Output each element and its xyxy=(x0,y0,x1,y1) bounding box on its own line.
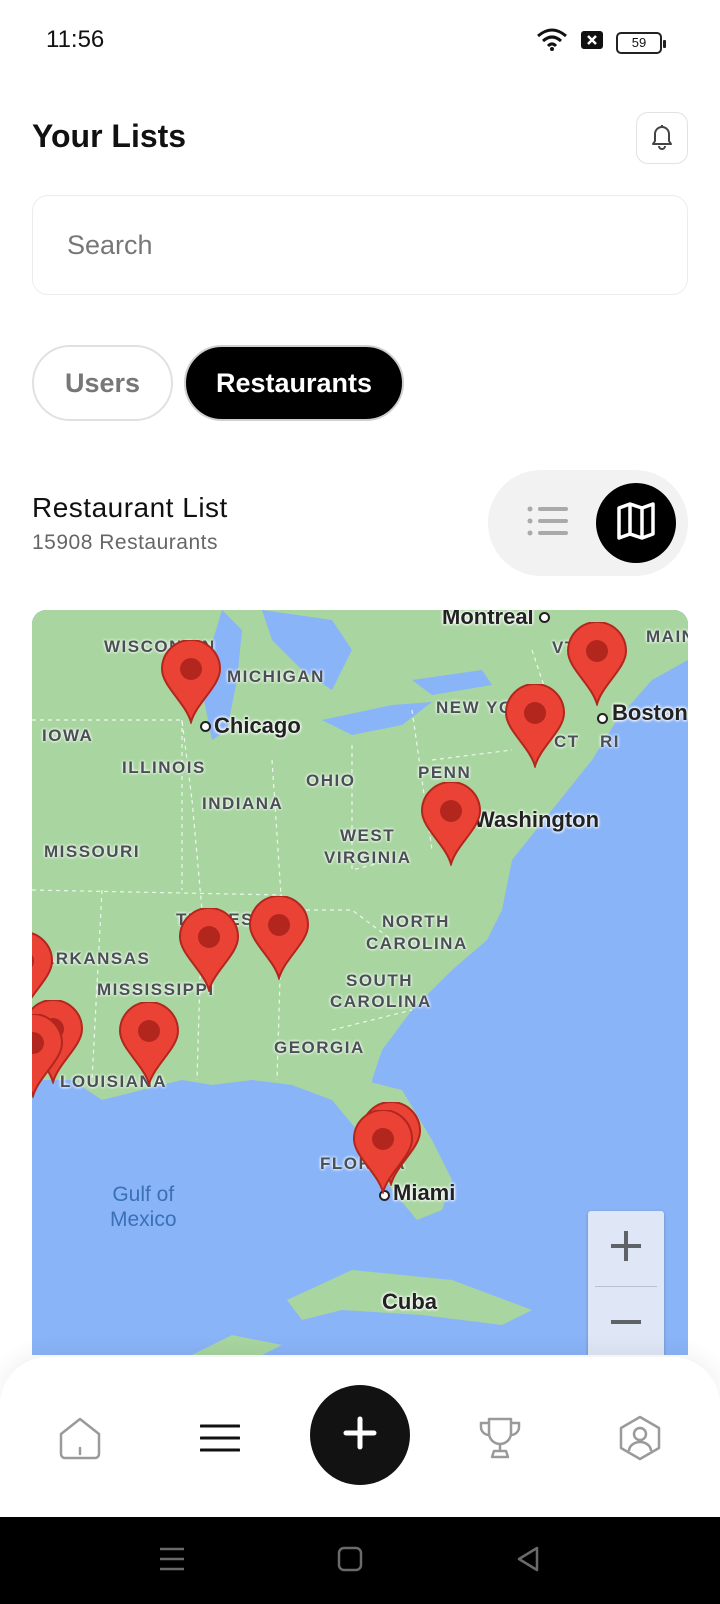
back-icon xyxy=(515,1546,541,1577)
bell-icon xyxy=(649,122,675,155)
state-label: IOWA xyxy=(42,726,94,745)
status-icons: 59 xyxy=(536,28,666,57)
list-view-button[interactable] xyxy=(508,483,588,563)
add-icon xyxy=(343,1416,377,1455)
restaurant-pin[interactable] xyxy=(566,621,628,708)
trophy-icon xyxy=(477,1415,523,1466)
city-label: Chicago xyxy=(214,713,301,738)
restaurant-pin[interactable] xyxy=(118,1001,180,1088)
restaurant-pin[interactable] xyxy=(352,1109,414,1196)
menu-icon xyxy=(199,1424,241,1457)
tab-restaurants[interactable]: Restaurants xyxy=(184,345,404,421)
add-button[interactable] xyxy=(310,1385,410,1485)
state-label: RI xyxy=(600,732,620,751)
city-dot xyxy=(539,612,550,623)
state-label: WEST xyxy=(340,826,396,845)
system-nav-bar xyxy=(0,1517,720,1604)
state-label: PENN xyxy=(418,763,472,782)
state-label: SOUTH xyxy=(346,971,413,990)
battery-icon: 59 xyxy=(616,31,666,54)
nav-lists[interactable] xyxy=(190,1410,250,1470)
recents-button[interactable] xyxy=(152,1541,192,1581)
status-bar: 11:56 59 xyxy=(0,0,720,84)
map-view-button[interactable] xyxy=(596,483,676,563)
state-label: CAROLINA xyxy=(330,992,432,1011)
map-icon xyxy=(616,501,656,545)
state-label: MICHIGAN xyxy=(227,667,325,686)
sim-blocked-icon xyxy=(580,30,604,55)
state-label: VIRGINIA xyxy=(324,848,412,867)
water-label: Gulf of Mexico xyxy=(110,1182,177,1232)
city-label: Washington xyxy=(474,807,600,832)
page-title: Your Lists xyxy=(32,118,187,154)
state-label: MAINE xyxy=(646,627,688,646)
water-label-line1: Gulf of xyxy=(112,1183,175,1206)
list-title: Restaurant List xyxy=(32,492,228,523)
bottom-nav xyxy=(0,1357,720,1517)
state-label: MISSOURI xyxy=(44,842,141,861)
home-button[interactable] xyxy=(330,1541,370,1581)
restaurant-pin[interactable] xyxy=(32,1013,64,1100)
search-input[interactable] xyxy=(67,229,687,261)
zoom-controls xyxy=(588,1211,664,1355)
status-time: 11:56 xyxy=(46,26,105,53)
water-label-line2: Mexico xyxy=(110,1208,177,1231)
restaurant-pin[interactable] xyxy=(160,639,222,726)
restaurant-pin[interactable] xyxy=(248,895,310,982)
city-label: Cuba xyxy=(382,1289,437,1314)
recents-icon xyxy=(159,1547,185,1576)
plus-icon xyxy=(608,1228,644,1269)
zoom-in-button[interactable] xyxy=(588,1211,664,1286)
wifi-icon xyxy=(536,28,568,57)
nav-profile[interactable] xyxy=(610,1410,670,1470)
tab-users[interactable]: Users xyxy=(32,345,173,421)
state-label: INDIANA xyxy=(202,794,284,813)
restaurant-pin[interactable] xyxy=(504,683,566,770)
profile-icon xyxy=(618,1415,662,1466)
minus-icon xyxy=(608,1304,644,1345)
state-label: GEORGIA xyxy=(274,1038,365,1057)
list-count: 15908 Restaurants xyxy=(32,531,218,554)
nav-leaderboard[interactable] xyxy=(470,1410,530,1470)
restaurant-pin[interactable] xyxy=(178,907,240,994)
view-toggle xyxy=(488,470,688,576)
city-dot xyxy=(597,713,608,724)
back-button[interactable] xyxy=(508,1541,548,1581)
state-label: OHIO xyxy=(306,771,356,790)
list-icon xyxy=(526,505,570,542)
nav-home[interactable] xyxy=(50,1410,110,1470)
home-icon xyxy=(57,1416,103,1465)
notifications-button[interactable] xyxy=(636,112,688,164)
state-label: CAROLINA xyxy=(366,934,468,953)
zoom-out-button[interactable] xyxy=(588,1287,664,1355)
home-icon xyxy=(337,1546,363,1577)
search-box[interactable] xyxy=(32,195,688,295)
city-label: Montreal xyxy=(442,610,534,629)
state-label: ILLINOIS xyxy=(122,758,206,777)
state-label: NORTH xyxy=(382,912,450,931)
state-label: ARKANSAS xyxy=(42,949,151,968)
restaurant-map[interactable]: WISCONSIN MICHIGAN IOWA ILLINOIS OHIO IN… xyxy=(32,610,688,1355)
restaurant-pin[interactable] xyxy=(420,781,482,868)
